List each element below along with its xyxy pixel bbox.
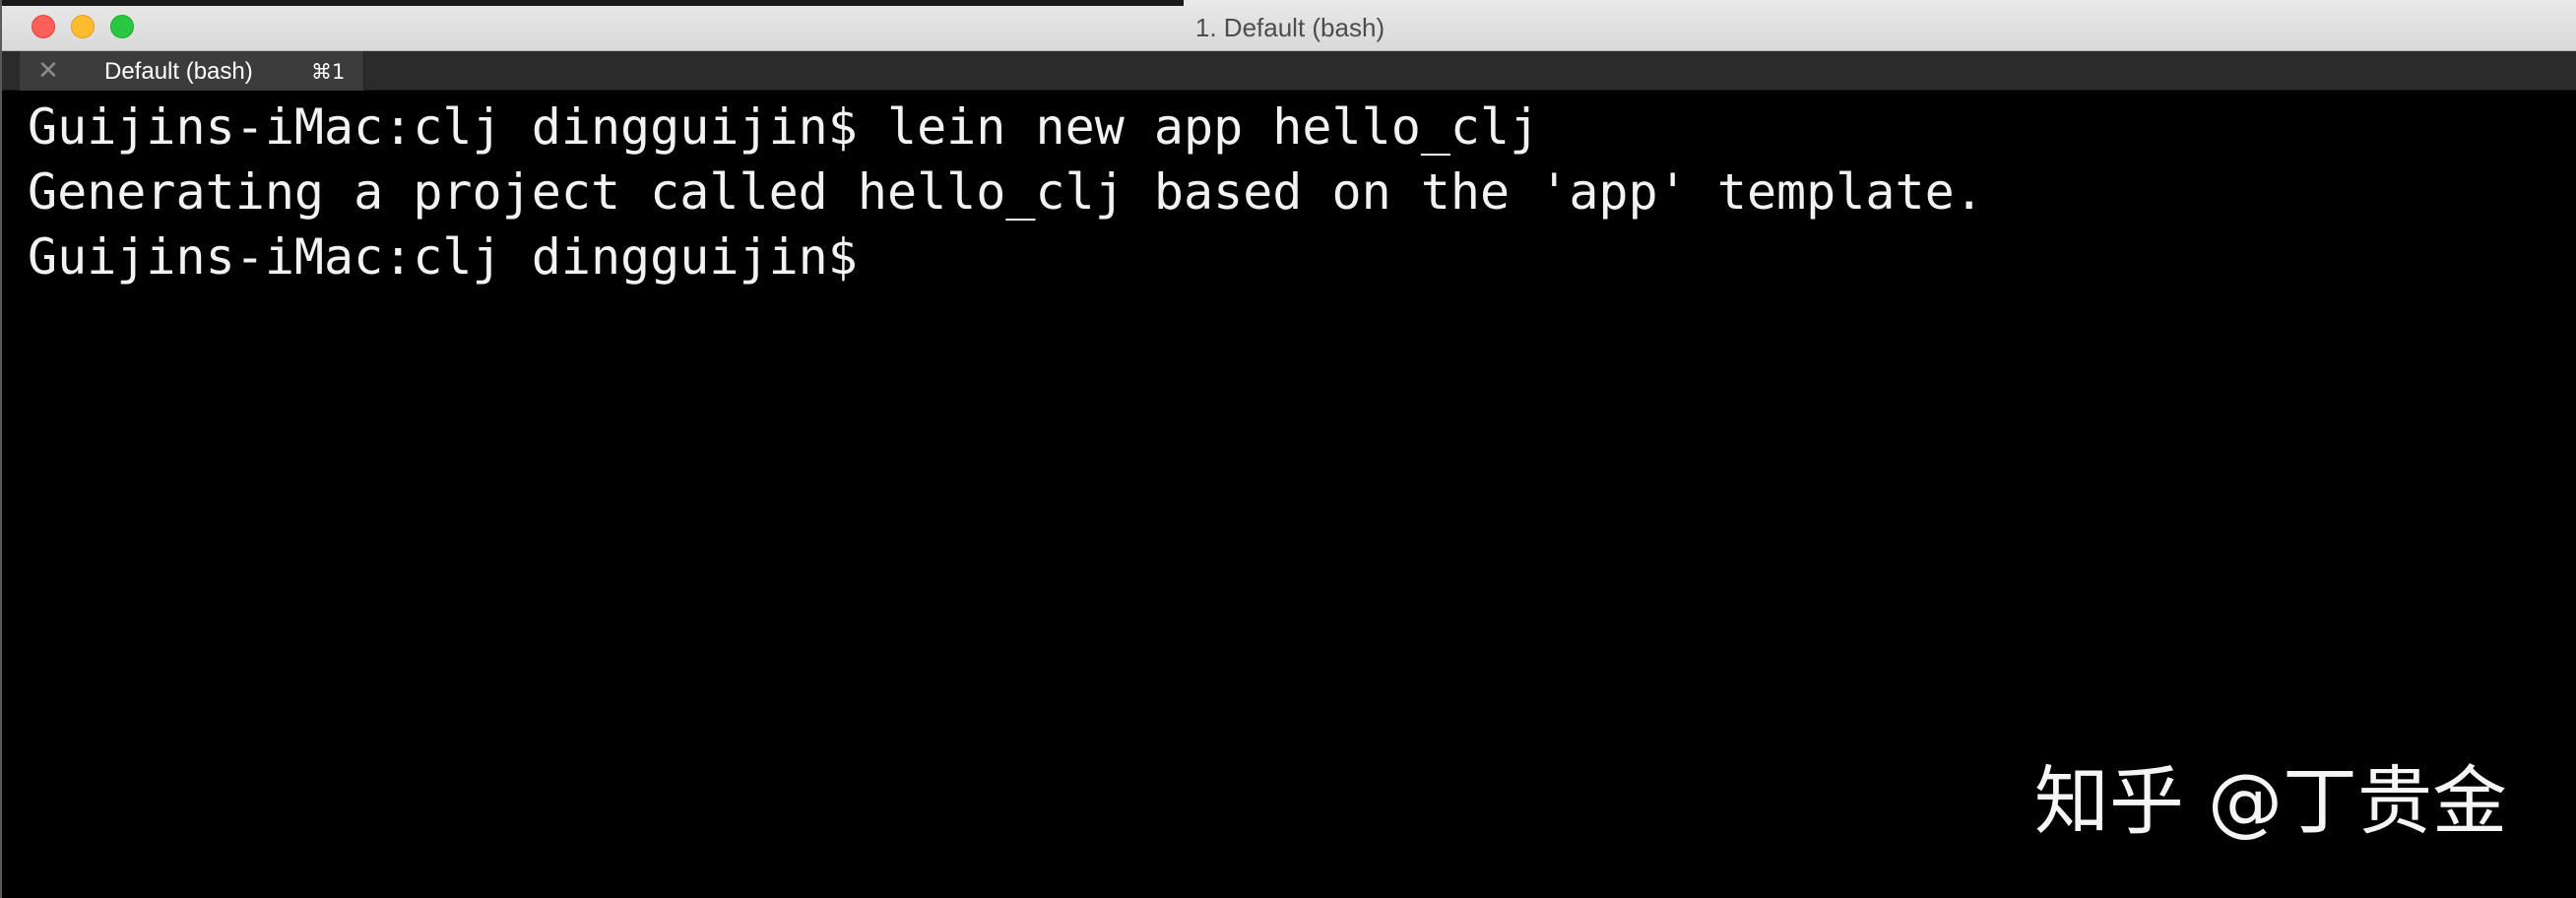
terminal-window: 1. Default (bash) ✕ Default (bash) ⌘1 Gu… — [0, 0, 2576, 898]
tab-default-bash[interactable]: ✕ Default (bash) ⌘1 — [20, 51, 364, 91]
close-tab-icon[interactable]: ✕ — [33, 53, 63, 89]
terminal-prompt-line: Guijins-iMac:clj dingguijin$ — [28, 228, 858, 286]
title-bar[interactable]: 1. Default (bash) — [2, 0, 2576, 51]
tab-shortcut: ⌘1 — [311, 60, 346, 84]
watermark: 知乎 @丁贵金 — [2033, 757, 2507, 845]
terminal-line: Generating a project called hello_clj ba… — [28, 163, 1984, 221]
tab-bar: ✕ Default (bash) ⌘1 — [2, 51, 2576, 91]
tab-label: Default (bash) — [104, 58, 253, 85]
terminal-line: Guijins-iMac:clj dingguijin$ lein new ap… — [28, 98, 1540, 156]
window-title: 1. Default (bash) — [1194, 13, 1385, 42]
